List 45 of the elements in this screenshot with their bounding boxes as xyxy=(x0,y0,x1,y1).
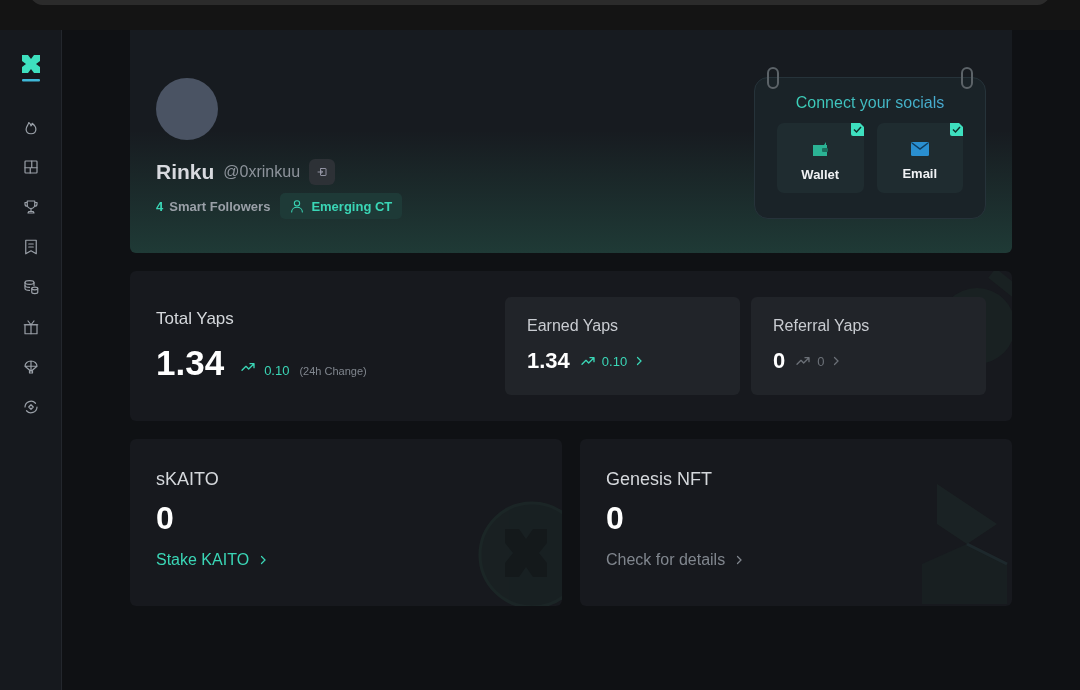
card-value: 0 xyxy=(606,500,625,537)
profile-name: Rinku xyxy=(156,160,215,184)
dashboard-icon xyxy=(21,158,40,176)
change-note: (24h Change) xyxy=(299,365,367,377)
binder-ring xyxy=(767,67,779,89)
gift-icon xyxy=(21,318,40,336)
card-title: Genesis NFT xyxy=(606,469,714,490)
followers-count: 4 xyxy=(156,198,164,214)
nav-gift[interactable] xyxy=(21,318,40,336)
nav-parachute[interactable] xyxy=(21,358,40,376)
yaps-stat-card[interactable]: Earned Yaps 1.34 0.10 xyxy=(505,297,740,395)
database-icon xyxy=(21,278,40,296)
nav-dashboard[interactable] xyxy=(21,158,40,176)
card-value: 0 xyxy=(156,500,175,537)
total-yaps-label: Total Yaps xyxy=(156,309,235,329)
person-icon xyxy=(289,198,306,214)
stat-change: 0.10 xyxy=(601,353,628,369)
wallet-icon xyxy=(811,141,830,157)
rank-badge: Emerging CT xyxy=(280,193,403,219)
trophy-icon xyxy=(21,198,40,216)
social-button[interactable]: Email xyxy=(876,123,963,193)
parachute-icon xyxy=(21,358,40,376)
stat-label: Referral Yaps xyxy=(773,317,871,335)
binder-ring xyxy=(961,67,973,89)
export-button[interactable] xyxy=(309,159,336,185)
social-button[interactable]: Wallet xyxy=(777,123,864,193)
stat-label: Earned Yaps xyxy=(527,317,620,335)
stat-value: 0 xyxy=(773,348,786,374)
yaps-stat-card[interactable]: Referral Yaps 0 0 xyxy=(751,297,986,395)
cycle-icon xyxy=(21,398,40,416)
total-yaps-value: 1.34 xyxy=(156,343,225,383)
followers-label: Smart Followers xyxy=(169,198,271,214)
logo-icon[interactable] xyxy=(20,54,41,82)
nav-trophy[interactable] xyxy=(21,198,40,216)
yaps-change: 0.10 xyxy=(264,363,290,378)
profile-handle: @0xrinkuu xyxy=(223,163,301,181)
stat-change: 0 xyxy=(817,353,825,369)
card-link[interactable]: Stake KAITO xyxy=(156,551,270,569)
export-icon xyxy=(316,166,329,178)
envelope-icon xyxy=(910,142,929,156)
card-title: sKAITO xyxy=(156,469,220,490)
stat-value: 1.34 xyxy=(527,348,570,374)
card-link[interactable]: Check for details xyxy=(606,551,746,569)
nav-database[interactable] xyxy=(21,278,40,296)
nav-cycle[interactable] xyxy=(21,398,40,416)
